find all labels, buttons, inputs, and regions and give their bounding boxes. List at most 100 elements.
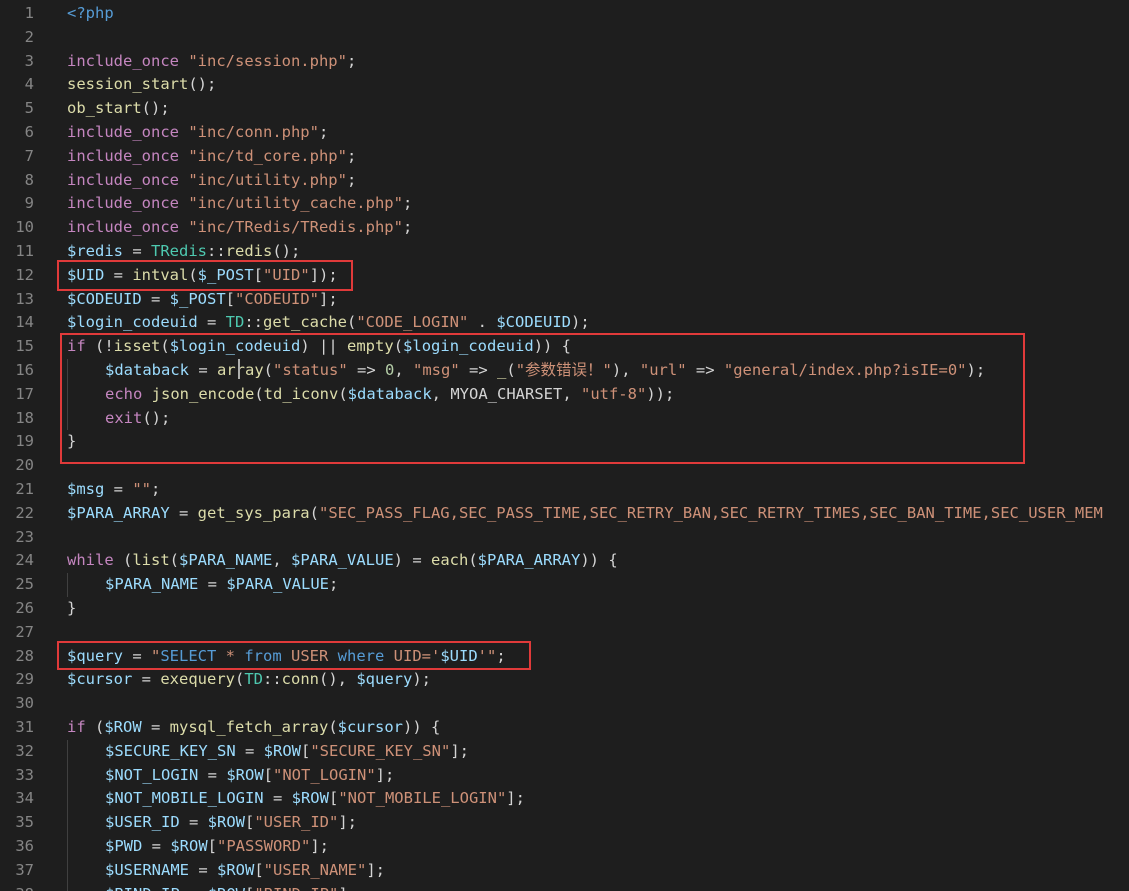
code-line[interactable]: 1 <?php: [0, 2, 1129, 26]
code-editor[interactable]: 1 <?php 2 3 include_once "inc/session.php"; 4…: [0, 0, 1129, 891]
code-token: ;: [402, 218, 413, 237]
line-number: 10: [15, 218, 34, 237]
code-token: isset: [113, 337, 161, 356]
line-code: $CODEUID = $_POST["CODEUID"];: [67, 288, 338, 312]
code-token: =: [235, 741, 264, 760]
code-token: );: [412, 670, 431, 689]
code-token: array: [217, 361, 264, 379]
code-token: (: [160, 337, 170, 356]
code-token: include_once: [67, 194, 179, 213]
line-code: $BIND_IP = $ROW["BIND_IP"];: [105, 883, 357, 891]
code-token: "url": [639, 361, 687, 379]
line-number: 8: [24, 170, 34, 189]
code-line[interactable]: 33 $NOT_LOGIN = $ROW["NOT_LOGIN"];: [0, 763, 1129, 788]
code-line[interactable]: 3 include_once "inc/session.php";: [0, 50, 1129, 74]
code-line[interactable]: 8 include_once "inc/utility.php";: [0, 169, 1129, 193]
code-token: ];: [375, 765, 395, 784]
code-line[interactable]: 30: [0, 692, 1129, 716]
code-token: from: [244, 646, 282, 665]
line-number: 7: [24, 146, 34, 165]
code-token: $PWD: [105, 837, 143, 855]
code-line[interactable]: 23: [0, 526, 1129, 550]
line-number: 16: [15, 361, 34, 379]
code-token: $PARA_ARRAY: [477, 551, 581, 570]
line-number: 35: [15, 813, 34, 832]
code-line[interactable]: 27: [0, 621, 1129, 645]
line-number: 29: [15, 670, 34, 689]
line-code: include_once "inc/utility.php";: [67, 169, 356, 193]
code-token: =>: [347, 361, 385, 379]
code-line[interactable]: 11 $redis = TRedis::redis();: [0, 240, 1129, 264]
line-number: 27: [15, 622, 34, 641]
code-line[interactable]: 7 include_once "inc/td_core.php";: [0, 145, 1129, 169]
code-line[interactable]: 24 while (list($PARA_NAME, $PARA_VALUE) =…: [0, 549, 1129, 573]
line-number: 5: [24, 99, 34, 118]
code-token: $ROW: [170, 837, 208, 855]
line-number: 19: [15, 432, 34, 451]
code-token: , MYOA_CHARSET,: [431, 384, 581, 403]
code-token: *: [216, 646, 245, 665]
code-token: $query: [67, 646, 123, 665]
code-line[interactable]: 31 if ($ROW = mysql_fetch_array($cursor))…: [0, 716, 1129, 740]
text-cursor: [238, 359, 240, 379]
line-number: 31: [15, 718, 34, 736]
code-line[interactable]: 5 ob_start();: [0, 97, 1129, 121]
code-token: "general/index.php?isIE=0": [723, 361, 967, 379]
code-line[interactable]: 12 $UID = intval($_POST["UID"]);: [0, 264, 1129, 288]
code-line[interactable]: 16 $databack = array("status" => 0, "msg"…: [0, 359, 1129, 383]
code-line[interactable]: 10 include_once "inc/TRedis/TRedis.php";: [0, 216, 1129, 240]
code-line[interactable]: 37 $USERNAME = $ROW["USER_NAME"];: [0, 858, 1129, 883]
code-token: json_encode: [151, 384, 255, 403]
code-line[interactable]: 38 $BIND_IP = $ROW["BIND_IP"];: [0, 882, 1129, 891]
code-line[interactable]: 17 echo json_encode(td_iconv($databack, M…: [0, 382, 1129, 407]
indent-guide: [67, 882, 68, 891]
code-token: }: [67, 599, 77, 617]
code-token: "UID": [263, 265, 310, 284]
code-token: if: [67, 718, 86, 736]
code-line[interactable]: 19}: [0, 430, 1129, 454]
code-token: =: [189, 361, 217, 379]
line-number: 28: [15, 646, 34, 665]
code-token: "CODE_LOGIN": [356, 313, 469, 332]
code-line[interactable]: 28 $query = "SELECT * from USER where UID…: [0, 645, 1129, 669]
code-token: (: [506, 361, 516, 379]
line-code: $redis = TRedis::redis();: [67, 240, 300, 264]
code-line[interactable]: 35 $USER_ID = $ROW["USER_ID"];: [0, 811, 1129, 835]
line-number: 30: [15, 694, 34, 713]
code-token: (!: [85, 337, 114, 356]
code-token: include_once: [67, 170, 179, 189]
code-line[interactable]: 26}: [0, 597, 1129, 621]
code-line[interactable]: 21 $msg = "";: [0, 478, 1129, 502]
line-number: 38: [0, 883, 34, 891]
code-token: $login_codeuid: [169, 337, 301, 356]
code-line[interactable]: 36 $PWD = $ROW["PASSWORD"];: [0, 835, 1129, 859]
code-token: $NOT_MOBILE_LOGIN: [105, 789, 264, 808]
code-token: $USER_ID: [105, 813, 180, 832]
code-token: (: [188, 265, 198, 284]
code-line[interactable]: 15 if (!isset($login_codeuid) || empty($l…: [0, 335, 1129, 359]
code-token: ];: [319, 289, 338, 308]
indent-guide: [67, 835, 68, 859]
code-token: =: [104, 265, 133, 284]
code-token: $_POST: [197, 265, 254, 284]
code-line[interactable]: 6 include_once "inc/conn.php";: [0, 121, 1129, 145]
code-line[interactable]: 14 $login_codeuid = TD::get_cache("CODE_L…: [0, 311, 1129, 335]
line-number: 2: [24, 27, 34, 46]
code-line[interactable]: 22 $PARA_ARRAY = get_sys_para("SEC_PASS_F…: [0, 502, 1129, 526]
code-token: UID=': [384, 646, 441, 665]
code-line[interactable]: 13 $CODEUID = $_POST["CODEUID"];: [0, 288, 1129, 312]
code-line[interactable]: 18 exit();: [0, 406, 1129, 431]
code-line[interactable]: 2: [0, 26, 1129, 50]
code-line[interactable]: 4 session_start();: [0, 73, 1129, 97]
code-line[interactable]: 32 $SECURE_KEY_SN = $ROW["SECURE_KEY_SN"]…: [0, 739, 1129, 764]
code-line[interactable]: 34 $NOT_MOBILE_LOGIN = $ROW["NOT_MOBILE_L…: [0, 787, 1129, 812]
code-line[interactable]: 29 $cursor = exequery(TD::conn(), $query)…: [0, 668, 1129, 692]
code-token: intval: [132, 265, 189, 284]
line-code: include_once "inc/utility_cache.php";: [67, 192, 412, 216]
code-token: each: [431, 551, 469, 570]
code-line[interactable]: 9 include_once "inc/utility_cache.php";: [0, 192, 1129, 216]
code-line[interactable]: 20: [0, 454, 1129, 478]
line-number: 25: [15, 575, 34, 594]
code-token: $ROW: [104, 718, 142, 736]
code-line[interactable]: 25 $PARA_NAME = $PARA_VALUE;: [0, 573, 1129, 597]
